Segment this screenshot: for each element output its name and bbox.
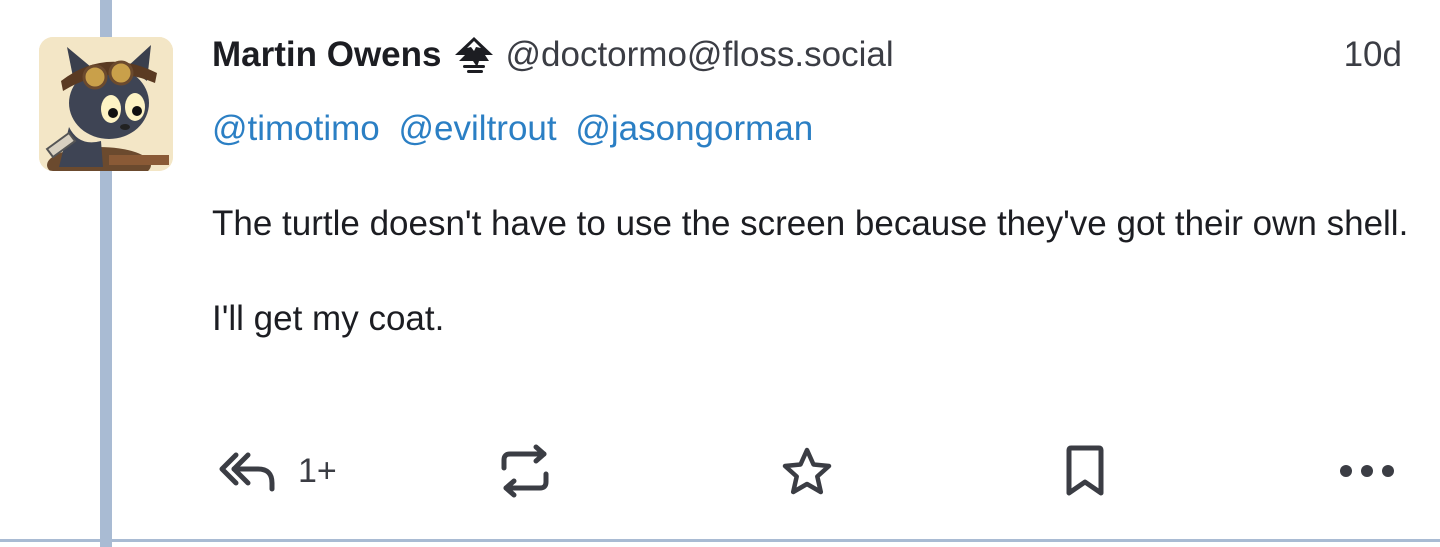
avatar[interactable] (39, 37, 173, 171)
mention-link[interactable]: @timotimo (212, 109, 380, 148)
mention-link[interactable]: @eviltrout (399, 109, 557, 148)
mentions: @timotimo @eviltrout @jasongorman (212, 106, 822, 152)
star-icon (782, 447, 832, 495)
favourite-button[interactable] (782, 440, 832, 502)
bookmark-icon (1066, 445, 1104, 496)
reply-button[interactable]: 1+ (218, 440, 337, 502)
author-handle[interactable]: @doctormo@floss.social (505, 35, 893, 75)
repeat-icon (501, 444, 549, 498)
action-bar: 1+ (212, 440, 1402, 502)
steampunk-cat-avatar-icon (39, 37, 173, 171)
post-paragraph: I'll get my coat. (212, 299, 445, 338)
status-post: Martin Owens @doctormo@floss.social 10d … (0, 0, 1440, 547)
post-content: The turtle doesn't have to use the scree… (212, 200, 1412, 342)
post-timestamp[interactable]: 10d (1344, 30, 1402, 80)
reply-count: 1+ (298, 451, 337, 490)
inkscape-logo-icon (451, 35, 497, 75)
author-display-name[interactable]: Martin Owens (212, 35, 441, 75)
more-horizontal-icon (1340, 465, 1394, 477)
mention-link[interactable]: @jasongorman (575, 109, 813, 148)
boost-button[interactable] (500, 440, 550, 502)
bookmark-button[interactable] (1064, 440, 1106, 502)
more-options-button[interactable] (1338, 440, 1396, 502)
post-divider (0, 539, 1440, 542)
post-header: Martin Owens @doctormo@floss.social 10d (212, 30, 1402, 80)
post-paragraph: The turtle doesn't have to use the scree… (212, 204, 1409, 243)
reply-all-icon (219, 452, 275, 492)
